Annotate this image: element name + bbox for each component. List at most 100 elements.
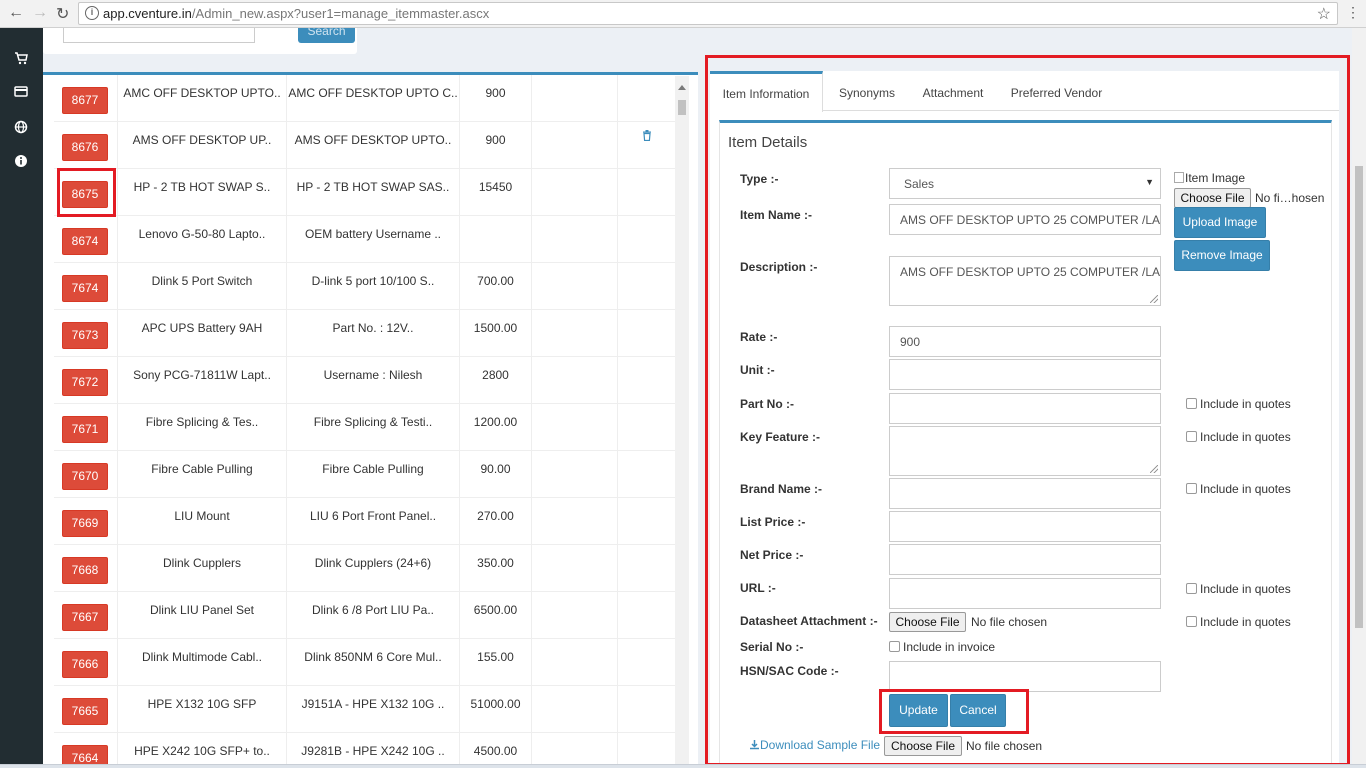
item-name-text: LIU Mount (174, 509, 230, 523)
empty-cell (532, 122, 618, 168)
id-cell: 7666 (54, 639, 118, 685)
rate-cell: 900 (460, 122, 532, 168)
desc-cell: Part No. : 12V.. (287, 310, 460, 356)
trash-icon[interactable] (642, 130, 652, 144)
search-input[interactable] (63, 28, 255, 43)
item-desc-text: Part No. : 12V.. (332, 321, 414, 335)
item-id-button[interactable]: 8676 (62, 134, 108, 161)
id-cell: 7667 (54, 592, 118, 638)
action-cell (618, 592, 675, 638)
rate-cell: 155.00 (460, 639, 532, 685)
rate-cell: 350.00 (460, 545, 532, 591)
item-desc-text: OEM battery Username .. (304, 227, 442, 241)
item-rate-text: 1500.00 (473, 321, 518, 335)
browser-toolbar: ← → ↻ i app.cventure.in/Admin_new.aspx?u… (0, 0, 1366, 28)
forward-arrow-icon[interactable]: → (32, 4, 48, 22)
table-row: 7673 APC UPS Battery 9AH Part No. : 12V.. 1… (54, 310, 675, 357)
item-desc-text: Dlink 6 /8 Port LIU Pa.. (311, 603, 435, 617)
info-icon[interactable]: i (85, 6, 99, 20)
search-button[interactable]: Search (298, 28, 355, 43)
table-row: 7664 HPE X242 10G SFP+ to.. J9281B - HPE X… (54, 733, 675, 768)
table-row: 7668 Dlink Cupplers Dlink Cupplers (24+6) 3… (54, 545, 675, 592)
globe-icon[interactable] (13, 120, 29, 136)
rate-cell: 2800 (460, 357, 532, 403)
item-name-text: Lenovo G-50-80 Lapto.. (138, 227, 266, 241)
back-arrow-icon[interactable]: ← (8, 4, 24, 22)
item-name-text: Fibre Cable Pulling (151, 462, 253, 476)
empty-cell (532, 686, 618, 732)
page-scroll-thumb[interactable] (1355, 166, 1363, 628)
name-cell: Dlink LIU Panel Set (118, 592, 287, 638)
item-id-button[interactable]: 7671 (62, 416, 108, 443)
item-id-button[interactable]: 7670 (62, 463, 108, 490)
id-cell: 7665 (54, 686, 118, 732)
name-cell: HP - 2 TB HOT SWAP S.. (118, 169, 287, 215)
rate-cell (460, 216, 532, 262)
address-bar[interactable]: i app.cventure.in/Admin_new.aspx?user1=m… (78, 2, 1338, 25)
action-cell (618, 639, 675, 685)
table-row: 7670 Fibre Cable Pulling Fibre Cable Pulli… (54, 451, 675, 498)
page-scrollbar[interactable] (1352, 28, 1366, 768)
item-name-text: Dlink 5 Port Switch (151, 274, 253, 288)
scroll-up-arrow-icon[interactable] (678, 85, 686, 90)
name-cell: LIU Mount (118, 498, 287, 544)
table-row: 7666 Dlink Multimode Cabl.. Dlink 850NM 6 … (54, 639, 675, 686)
item-rate-text: 155.00 (477, 650, 514, 664)
action-cell (618, 263, 675, 309)
desc-cell: Fibre Splicing & Testi.. (287, 404, 460, 450)
empty-cell (532, 310, 618, 356)
item-id-button[interactable]: 7674 (62, 275, 108, 302)
id-cell: 7664 (54, 733, 118, 768)
name-cell: Sony PCG-71811W Lapt.. (118, 357, 287, 403)
item-id-button[interactable]: 7673 (62, 322, 108, 349)
item-id-button[interactable]: 8674 (62, 228, 108, 255)
item-rate-text: 350.00 (477, 556, 514, 570)
desc-cell: Fibre Cable Pulling (287, 451, 460, 497)
table-row: 8676 AMS OFF DESKTOP UP.. AMS OFF DESKTOP … (54, 122, 675, 169)
name-cell: APC UPS Battery 9AH (118, 310, 287, 356)
item-id-button[interactable]: 7666 (62, 651, 108, 678)
action-cell (618, 122, 675, 168)
rate-cell: 6500.00 (460, 592, 532, 638)
info-circle-icon[interactable] (13, 154, 29, 170)
cart-icon[interactable] (13, 51, 29, 67)
item-id-button[interactable]: 8677 (62, 87, 108, 114)
item-rate-text: 2800 (482, 368, 509, 382)
name-cell: AMC OFF DESKTOP UPTO.. (118, 75, 287, 121)
action-cell (618, 310, 675, 356)
browser-menu-icon[interactable]: ⋮ (1346, 4, 1360, 21)
item-desc-text: Dlink Cupplers (24+6) (314, 556, 432, 570)
credit-card-icon[interactable] (13, 84, 29, 100)
desc-cell: Dlink 850NM 6 Core Mul.. (287, 639, 460, 685)
item-id-button[interactable]: 7665 (62, 698, 108, 725)
rate-cell: 900 (460, 75, 532, 121)
desc-cell: Dlink 6 /8 Port LIU Pa.. (287, 592, 460, 638)
table-row: 7665 HPE X132 10G SFP J9151A - HPE X132 10… (54, 686, 675, 733)
desc-cell: AMS OFF DESKTOP UPTO.. (287, 122, 460, 168)
item-name-text: AMC OFF DESKTOP UPTO.. (123, 86, 281, 100)
table-row: 7669 LIU Mount LIU 6 Port Front Panel.. 270… (54, 498, 675, 545)
item-id-button[interactable]: 7667 (62, 604, 108, 631)
reload-icon[interactable]: ↻ (56, 4, 69, 24)
item-name-text: HP - 2 TB HOT SWAP S.. (133, 180, 271, 194)
empty-cell (532, 733, 618, 768)
item-desc-text: J9281B - HPE X242 10G .. (301, 744, 445, 758)
empty-cell (532, 592, 618, 638)
item-id-button[interactable]: 7668 (62, 557, 108, 584)
desc-cell: Username : Nilesh (287, 357, 460, 403)
item-desc-text: D-link 5 port 10/100 S.. (311, 274, 435, 288)
scroll-thumb[interactable] (678, 100, 686, 115)
sidebar (0, 28, 43, 768)
item-id-button[interactable]: 7672 (62, 369, 108, 396)
action-cell (618, 498, 675, 544)
item-id-button[interactable]: 7669 (62, 510, 108, 537)
name-cell: Lenovo G-50-80 Lapto.. (118, 216, 287, 262)
item-desc-text: Fibre Cable Pulling (322, 462, 424, 476)
id-cell: 8676 (54, 122, 118, 168)
action-cell (618, 545, 675, 591)
empty-cell (532, 498, 618, 544)
desc-cell: LIU 6 Port Front Panel.. (287, 498, 460, 544)
list-scrollbar[interactable] (675, 76, 689, 768)
id-cell: 7668 (54, 545, 118, 591)
bookmark-star-icon[interactable]: ☆ (1317, 4, 1331, 24)
